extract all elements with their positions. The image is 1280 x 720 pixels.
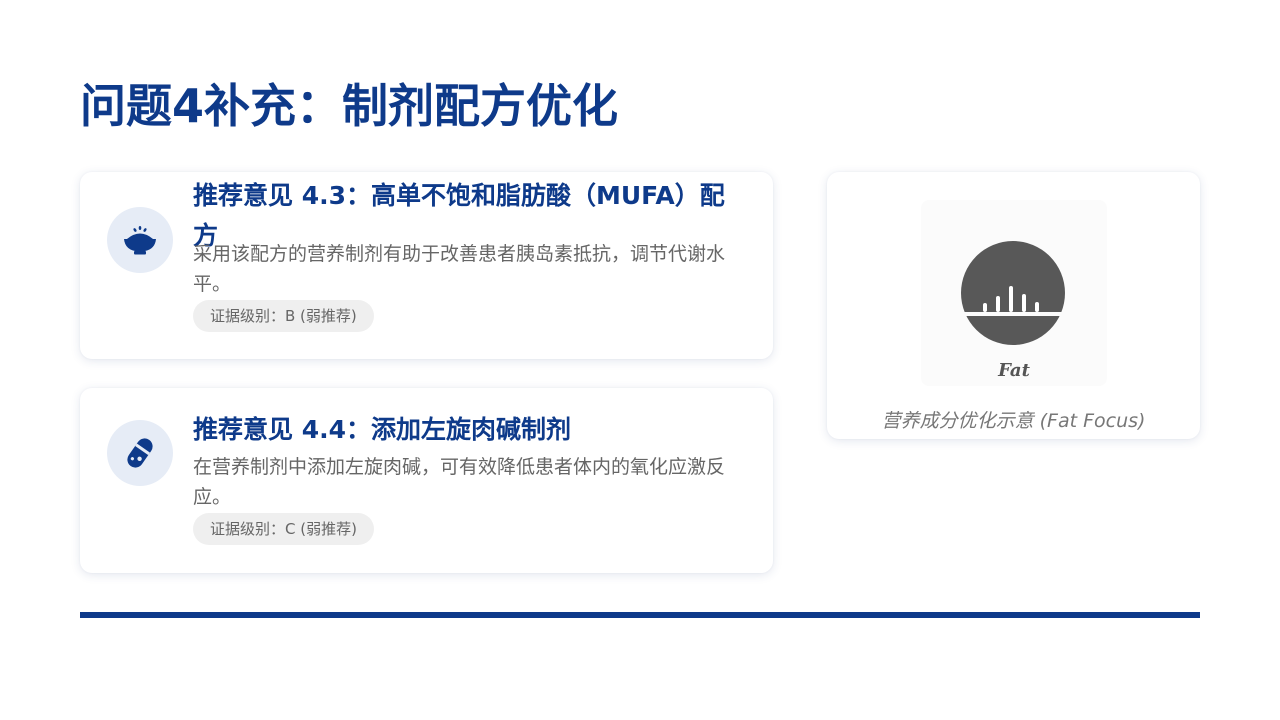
recommendation-description: 采用该配方的营养制剂有助于改善患者胰岛素抵抗，调节代谢水平。 [193,243,726,295]
nutrient-image-card: Fat 营养成分优化示意 (Fat Focus) [827,172,1200,439]
fat-icon [957,241,1069,345]
slide: 问题4补充：制剂配方优化 推荐意见 4.3：高单不饱和脂肪酸（MUFA）配方 采… [0,0,1280,720]
fat-icon-label: Fat [998,360,1030,381]
fat-illustration: Fat [921,200,1107,386]
rice-bowl-icon [124,226,156,255]
pill-capsule-icon [127,438,153,468]
icon-circle [107,420,173,486]
recommendation-description: 在营养制剂中添加左旋肉碱，可有效降低患者体内的氧化应激反应。 [193,456,726,508]
evidence-level-badge: 证据级别：B (弱推荐) [193,300,374,332]
image-caption: 营养成分优化示意 (Fat Focus) [881,410,1146,432]
recommendation-card-4-4: 推荐意见 4.4：添加左旋肉碱制剂 在营养制剂中添加左旋肉碱，可有效降低患者体内… [80,388,773,573]
bottom-divider [80,612,1200,618]
page-title: 问题4补充：制剂配方优化 [80,79,619,133]
recommendation-title: 推荐意见 4.4：添加左旋肉碱制剂 [193,415,571,444]
recommendation-card-4-3: 推荐意见 4.3：高单不饱和脂肪酸（MUFA）配方 采用该配方的营养制剂有助于改… [80,172,773,359]
evidence-level-badge: 证据级别：C (弱推荐) [193,513,374,545]
icon-circle [107,207,173,273]
